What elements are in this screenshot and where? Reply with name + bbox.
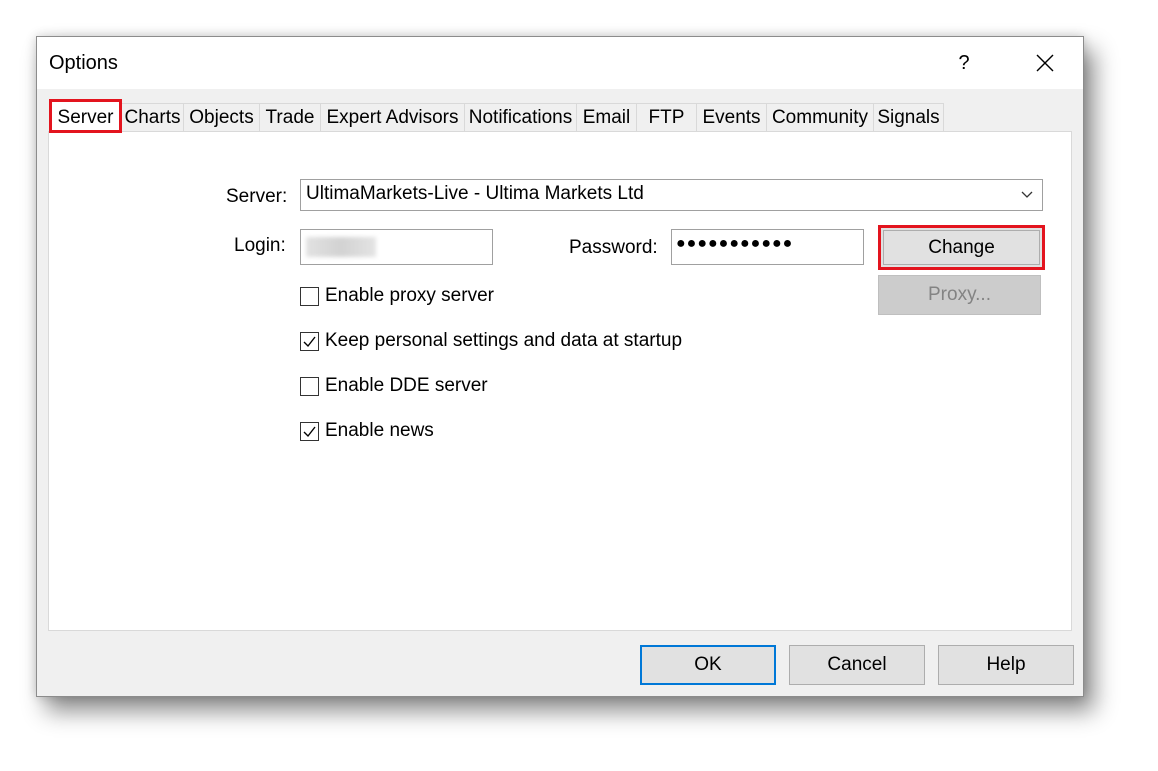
help-title-button[interactable]: ?: [942, 45, 986, 81]
change-button-label: Change: [928, 237, 995, 258]
dialog-title: Options: [49, 52, 118, 74]
password-mask: ●●●●●●●●●●●: [676, 235, 794, 252]
enable-dde-label: Enable DDE server: [325, 375, 488, 396]
enable-news-label: Enable news: [325, 420, 434, 441]
server-tab-panel: Server: UltimaMarkets-Live - Ultima Mark…: [48, 131, 1072, 631]
ok-button[interactable]: OK: [640, 645, 776, 685]
tab-events[interactable]: Events: [697, 103, 767, 131]
options-dialog: Options ? Server Charts Objects Trade Ex…: [36, 36, 1084, 697]
proxy-button[interactable]: Proxy...: [878, 275, 1041, 315]
chevron-down-icon: [1021, 191, 1033, 198]
keep-settings-checkbox[interactable]: [300, 332, 319, 351]
server-value: UltimaMarkets-Live - Ultima Markets Ltd: [306, 183, 644, 204]
enable-proxy-label: Enable proxy server: [325, 285, 494, 306]
keep-settings-label: Keep personal settings and data at start…: [325, 330, 683, 351]
server-label: Server:: [226, 186, 288, 207]
tab-server[interactable]: Server: [49, 99, 122, 133]
tab-charts[interactable]: Charts: [122, 103, 184, 131]
enable-dde-checkbox[interactable]: [300, 377, 319, 396]
tab-ftp[interactable]: FTP: [637, 103, 697, 131]
cancel-button[interactable]: Cancel: [789, 645, 925, 685]
login-value-redacted: [306, 237, 376, 257]
tab-trade[interactable]: Trade: [260, 103, 321, 131]
server-dropdown[interactable]: UltimaMarkets-Live - Ultima Markets Ltd: [300, 179, 1043, 211]
password-field[interactable]: ●●●●●●●●●●●: [671, 229, 864, 265]
tab-email[interactable]: Email: [577, 103, 637, 131]
enable-proxy-checkbox[interactable]: [300, 287, 319, 306]
login-field[interactable]: [300, 229, 493, 265]
checkmark-icon: [303, 426, 316, 438]
screenshot-canvas: Options ? Server Charts Objects Trade Ex…: [0, 0, 1158, 771]
tab-community[interactable]: Community: [767, 103, 874, 131]
change-button[interactable]: Change: [878, 225, 1045, 270]
enable-news-checkbox[interactable]: [300, 422, 319, 441]
close-button[interactable]: [1023, 45, 1067, 81]
password-label: Password:: [569, 237, 658, 258]
title-bar: Options ?: [37, 37, 1083, 89]
close-icon: [1036, 54, 1054, 72]
tab-notifications[interactable]: Notifications: [465, 103, 577, 131]
checkmark-icon: [303, 336, 316, 348]
question-mark-icon: ?: [958, 51, 970, 74]
tab-objects[interactable]: Objects: [184, 103, 260, 131]
tab-signals[interactable]: Signals: [874, 103, 944, 131]
tab-expert-advisors[interactable]: Expert Advisors: [321, 103, 465, 131]
help-button[interactable]: Help: [938, 645, 1074, 685]
login-label: Login:: [234, 235, 286, 256]
